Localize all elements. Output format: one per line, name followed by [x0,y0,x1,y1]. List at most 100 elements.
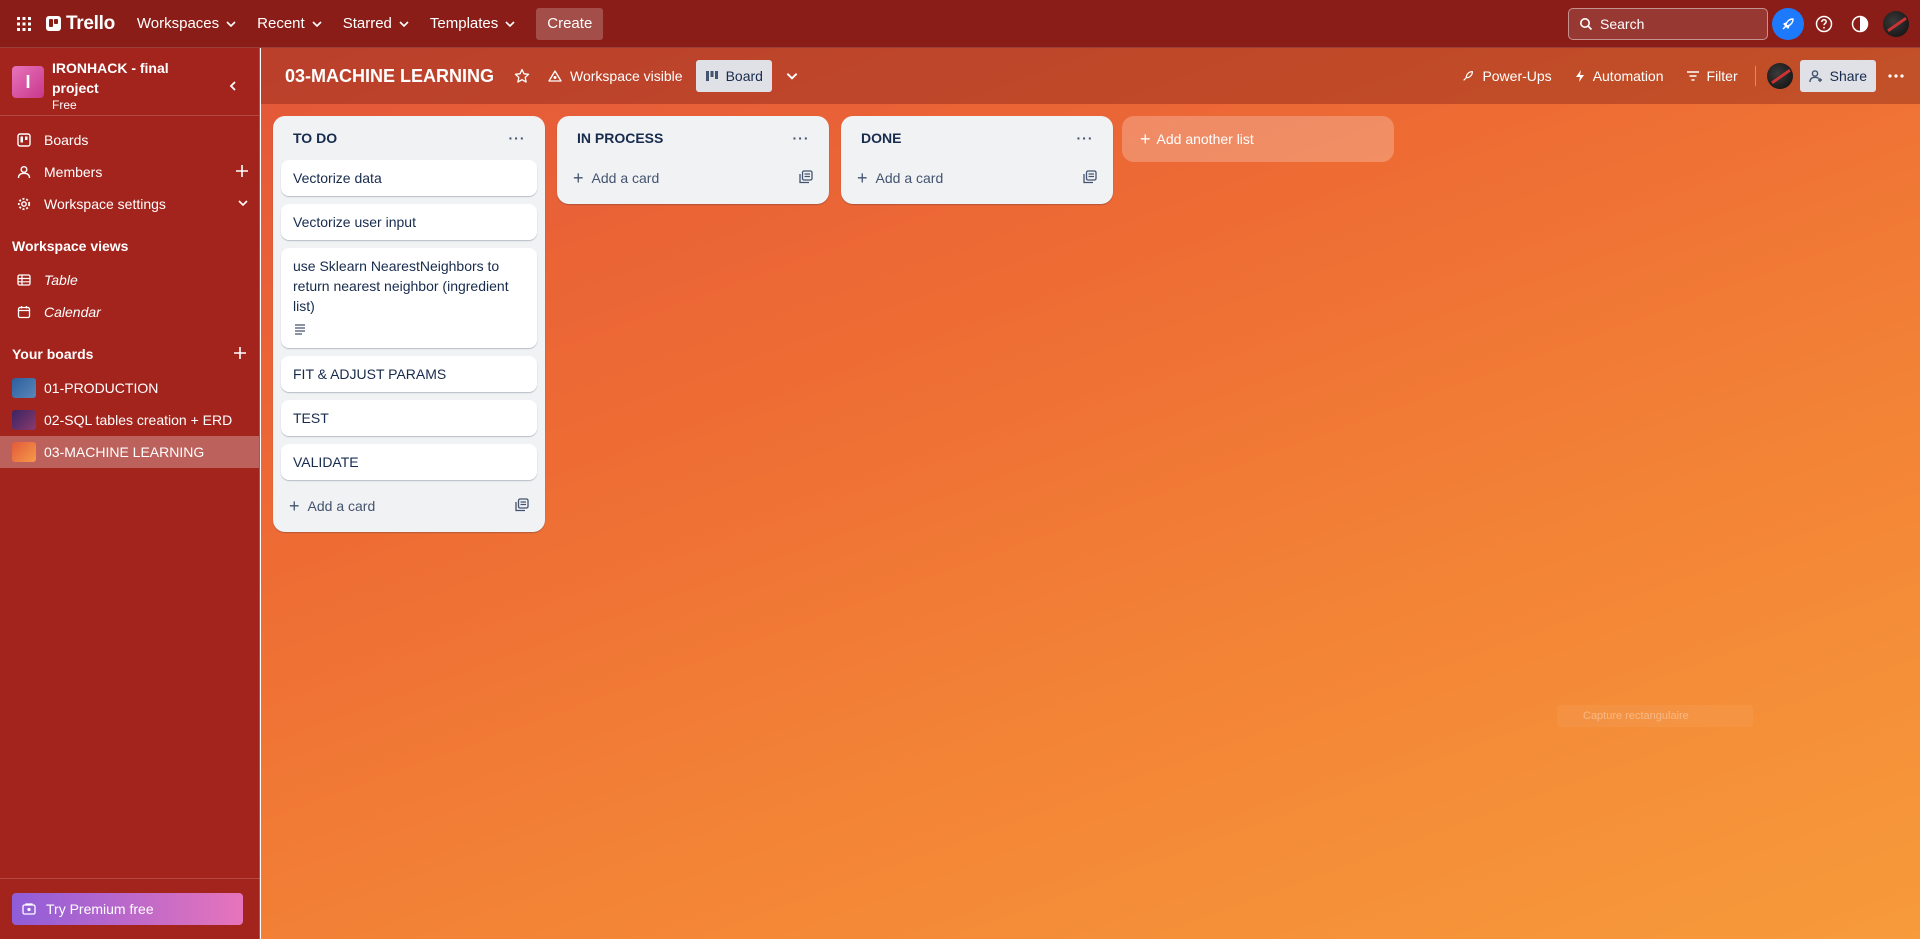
nav-recent[interactable]: Recent [247,8,333,40]
card[interactable]: TEST [281,400,537,436]
theme-toggle-icon[interactable] [1844,8,1876,40]
search-input[interactable]: Search [1568,8,1768,40]
card[interactable]: use Sklearn NearestNeighbors to return n… [281,248,537,348]
chevron-down-icon[interactable] [237,196,249,212]
collapse-sidebar-button[interactable] [219,72,247,100]
trello-logo[interactable]: Trello [46,13,115,35]
add-member-icon[interactable] [235,164,249,181]
add-list-button[interactable]: + Add another list [1122,116,1394,162]
chevron-left-icon [229,81,236,91]
list-title[interactable]: DONE [861,130,901,146]
try-premium-button[interactable]: Try Premium free [12,893,243,925]
sidebar-board-03-machine-learning[interactable]: 03-MACHINE LEARNING [0,436,259,468]
power-ups-label: Power-Ups [1482,68,1552,84]
board-title[interactable]: 03-MACHINE LEARNING [285,66,494,87]
sidebar-item-label: Boards [44,132,89,148]
capture-tooltip: Capture rectangulaire [1557,705,1753,727]
sidebar-item-calendar[interactable]: Calendar [0,296,259,328]
automation-label: Automation [1592,68,1664,84]
sidebar-item-table[interactable]: Table [0,264,259,296]
chevron-down-icon [226,20,236,27]
your-boards-label: Your boards [12,346,94,362]
list-header: DONE ··· [841,116,1113,160]
rocket-icon[interactable] [1772,8,1804,40]
lightning-icon [1575,70,1584,82]
add-card-button[interactable]: + Add a card [849,160,1105,196]
add-card-button[interactable]: + Add a card [281,488,537,524]
avatar-image [1883,11,1909,37]
plus-icon: + [857,168,868,188]
automation-button[interactable]: Automation [1565,60,1673,92]
try-premium-label: Try Premium free [46,901,154,917]
table-icon [16,273,32,287]
help-icon[interactable] [1808,8,1840,40]
more-options-icon[interactable] [1880,60,1912,92]
share-button[interactable]: Share [1799,60,1876,92]
board-thumbnail [12,378,36,398]
workspace-badge[interactable]: I [12,66,44,98]
add-card-button[interactable]: + Add a card [565,160,821,196]
sidebar-board-label: 01-PRODUCTION [44,380,159,396]
card[interactable]: FIT & ADJUST PARAMS [281,356,537,392]
app-switcher-icon[interactable] [8,8,40,40]
list-menu-icon[interactable]: ··· [501,122,533,154]
workspace-plan: Free [52,98,77,112]
nav-templates-label: Templates [429,15,499,32]
board-view-button[interactable]: Board [695,60,772,92]
create-button[interactable]: Create [536,7,604,40]
add-board-icon[interactable] [233,346,247,363]
divider [1754,66,1756,86]
card[interactable]: Vectorize user input [281,204,537,240]
workspace-header: I IRONHACK - final project Free [0,48,259,116]
board-member-avatar[interactable] [1764,60,1796,92]
add-list-label: Add another list [1156,131,1254,147]
filter-button[interactable]: Filter [1677,60,1747,92]
sidebar-board-01-production[interactable]: 01-PRODUCTION [0,372,259,404]
sidebar-board-02-sql[interactable]: 02-SQL tables creation + ERD [0,404,259,436]
list-done: DONE ··· + Add a card [841,116,1113,204]
chevron-down-icon[interactable] [776,60,808,92]
plus-icon: + [289,496,300,516]
sidebar-item-workspace-settings[interactable]: Workspace settings [0,188,259,220]
list-header: TO DO ··· [273,116,545,160]
premium-icon [22,903,36,915]
workspace-name[interactable]: IRONHACK - final project [52,58,202,98]
user-avatar[interactable] [1880,8,1912,40]
power-ups-button[interactable]: Power-Ups [1452,60,1560,92]
sidebar-item-members[interactable]: Members [0,156,259,188]
sidebar-item-label: Members [44,164,103,180]
sidebar-item-label: Calendar [44,304,101,320]
boards-icon [16,133,32,147]
add-card-label: Add a card [307,498,376,514]
logo-text: Trello [66,12,115,34]
plus-icon: + [573,168,584,188]
board-view-icon [705,71,718,81]
board-thumbnail [12,410,36,430]
nav-templates[interactable]: Templates [420,8,526,40]
nav-workspaces-label: Workspaces [136,15,220,32]
card-title: use Sklearn NearestNeighbors to return n… [293,258,509,314]
list-menu-icon[interactable]: ··· [1069,122,1101,154]
filter-icon [1686,71,1699,81]
card-template-icon[interactable] [1083,170,1097,187]
list-menu-icon[interactable]: ··· [785,122,817,154]
filter-label: Filter [1706,68,1738,84]
nav-starred[interactable]: Starred [333,8,420,40]
your-boards-heading: Your boards [0,336,259,372]
sidebar-item-boards[interactable]: Boards [0,124,259,156]
nav-workspaces[interactable]: Workspaces [127,8,247,40]
visibility-button[interactable]: Workspace visible [538,60,692,92]
gear-icon [16,197,32,211]
add-person-icon [1808,70,1822,83]
search-icon [1580,18,1593,31]
list-title[interactable]: IN PROCESS [577,130,663,146]
workspace-views-heading: Workspace views [12,238,129,254]
card-template-icon[interactable] [515,498,529,515]
list-title[interactable]: TO DO [293,130,337,146]
card[interactable]: Vectorize data [281,160,537,196]
star-icon[interactable] [506,60,538,92]
card-template-icon[interactable] [799,170,813,187]
card[interactable]: VALIDATE [281,444,537,480]
nav-recent-label: Recent [257,15,305,32]
nav-starred-label: Starred [342,15,392,32]
